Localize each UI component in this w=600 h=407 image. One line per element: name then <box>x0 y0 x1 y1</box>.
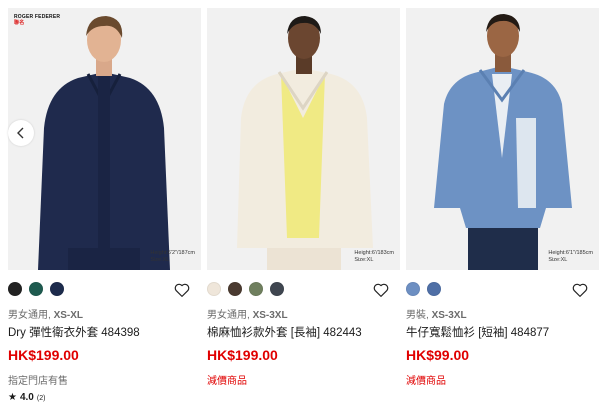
product-card[interactable]: ROGER FEDERER 聯名 Height:6'2"/187cm Size:… <box>8 8 201 407</box>
product-price: HK$199.00 <box>207 347 278 363</box>
chevron-left-icon <box>17 127 24 139</box>
product-grid: ROGER FEDERER 聯名 Height:6'2"/187cm Size:… <box>8 8 599 407</box>
model-height-note: Height:6'2"/187cm Size:XL <box>150 250 195 263</box>
model-photo-navy-jacket <box>8 8 201 270</box>
color-swatch[interactable] <box>207 282 221 296</box>
product-image[interactable]: Height:6'/183cm Size:XL <box>207 8 400 270</box>
product-title[interactable]: 牛仔寬鬆恤衫 [短袖] 484877 <box>406 324 549 340</box>
color-swatches <box>8 282 201 298</box>
rating: ★ 4.0 (2) <box>8 392 46 403</box>
color-swatch[interactable] <box>8 282 22 296</box>
product-price: HK$199.00 <box>8 347 79 363</box>
color-swatch[interactable] <box>228 282 242 296</box>
heart-icon[interactable] <box>571 281 589 299</box>
product-image[interactable]: Height:6'1"/185cm Size:XL <box>406 8 599 270</box>
model-height-note: Height:6'/183cm Size:XL <box>354 250 394 263</box>
color-swatch[interactable] <box>29 282 43 296</box>
color-swatch[interactable] <box>249 282 263 296</box>
color-swatches <box>207 282 400 298</box>
gender-size: 男女通用, XS-XL <box>8 310 84 321</box>
gender-size: 男女通用, XS-3XL <box>207 310 288 321</box>
product-card[interactable]: Height:6'1"/185cm Size:XL 男裝, XS-3XL 牛仔寬… <box>406 8 599 407</box>
sale-note: 減價商品 <box>406 376 446 387</box>
color-swatch[interactable] <box>50 282 64 296</box>
gender-size: 男裝, XS-3XL <box>406 310 467 321</box>
product-title[interactable]: 棉麻恤衫款外套 [長袖] 482443 <box>207 324 362 340</box>
product-title[interactable]: Dry 彈性衛衣外套 484398 <box>8 324 140 340</box>
star-icon: ★ <box>8 392 17 403</box>
brand-collab-logo: ROGER FEDERER 聯名 <box>14 14 61 26</box>
color-swatch[interactable] <box>270 282 284 296</box>
color-swatches <box>406 282 599 298</box>
product-image[interactable]: ROGER FEDERER 聯名 Height:6'2"/187cm Size:… <box>8 8 201 270</box>
sale-note: 減價商品 <box>207 376 247 387</box>
product-price: HK$99.00 <box>406 347 470 363</box>
model-height-note: Height:6'1"/185cm Size:XL <box>548 250 593 263</box>
color-swatch[interactable] <box>406 282 420 296</box>
heart-icon[interactable] <box>372 281 390 299</box>
carousel-prev-button[interactable] <box>8 120 34 146</box>
availability-note: 指定門店有售 <box>8 376 68 387</box>
color-swatch[interactable] <box>427 282 441 296</box>
model-photo-cream-shirt-jacket <box>207 8 400 270</box>
model-photo-denim-shirt <box>406 8 599 270</box>
product-card[interactable]: Height:6'/183cm Size:XL 男女通用, XS-3XL 棉麻恤… <box>207 8 400 407</box>
heart-icon[interactable] <box>173 281 191 299</box>
